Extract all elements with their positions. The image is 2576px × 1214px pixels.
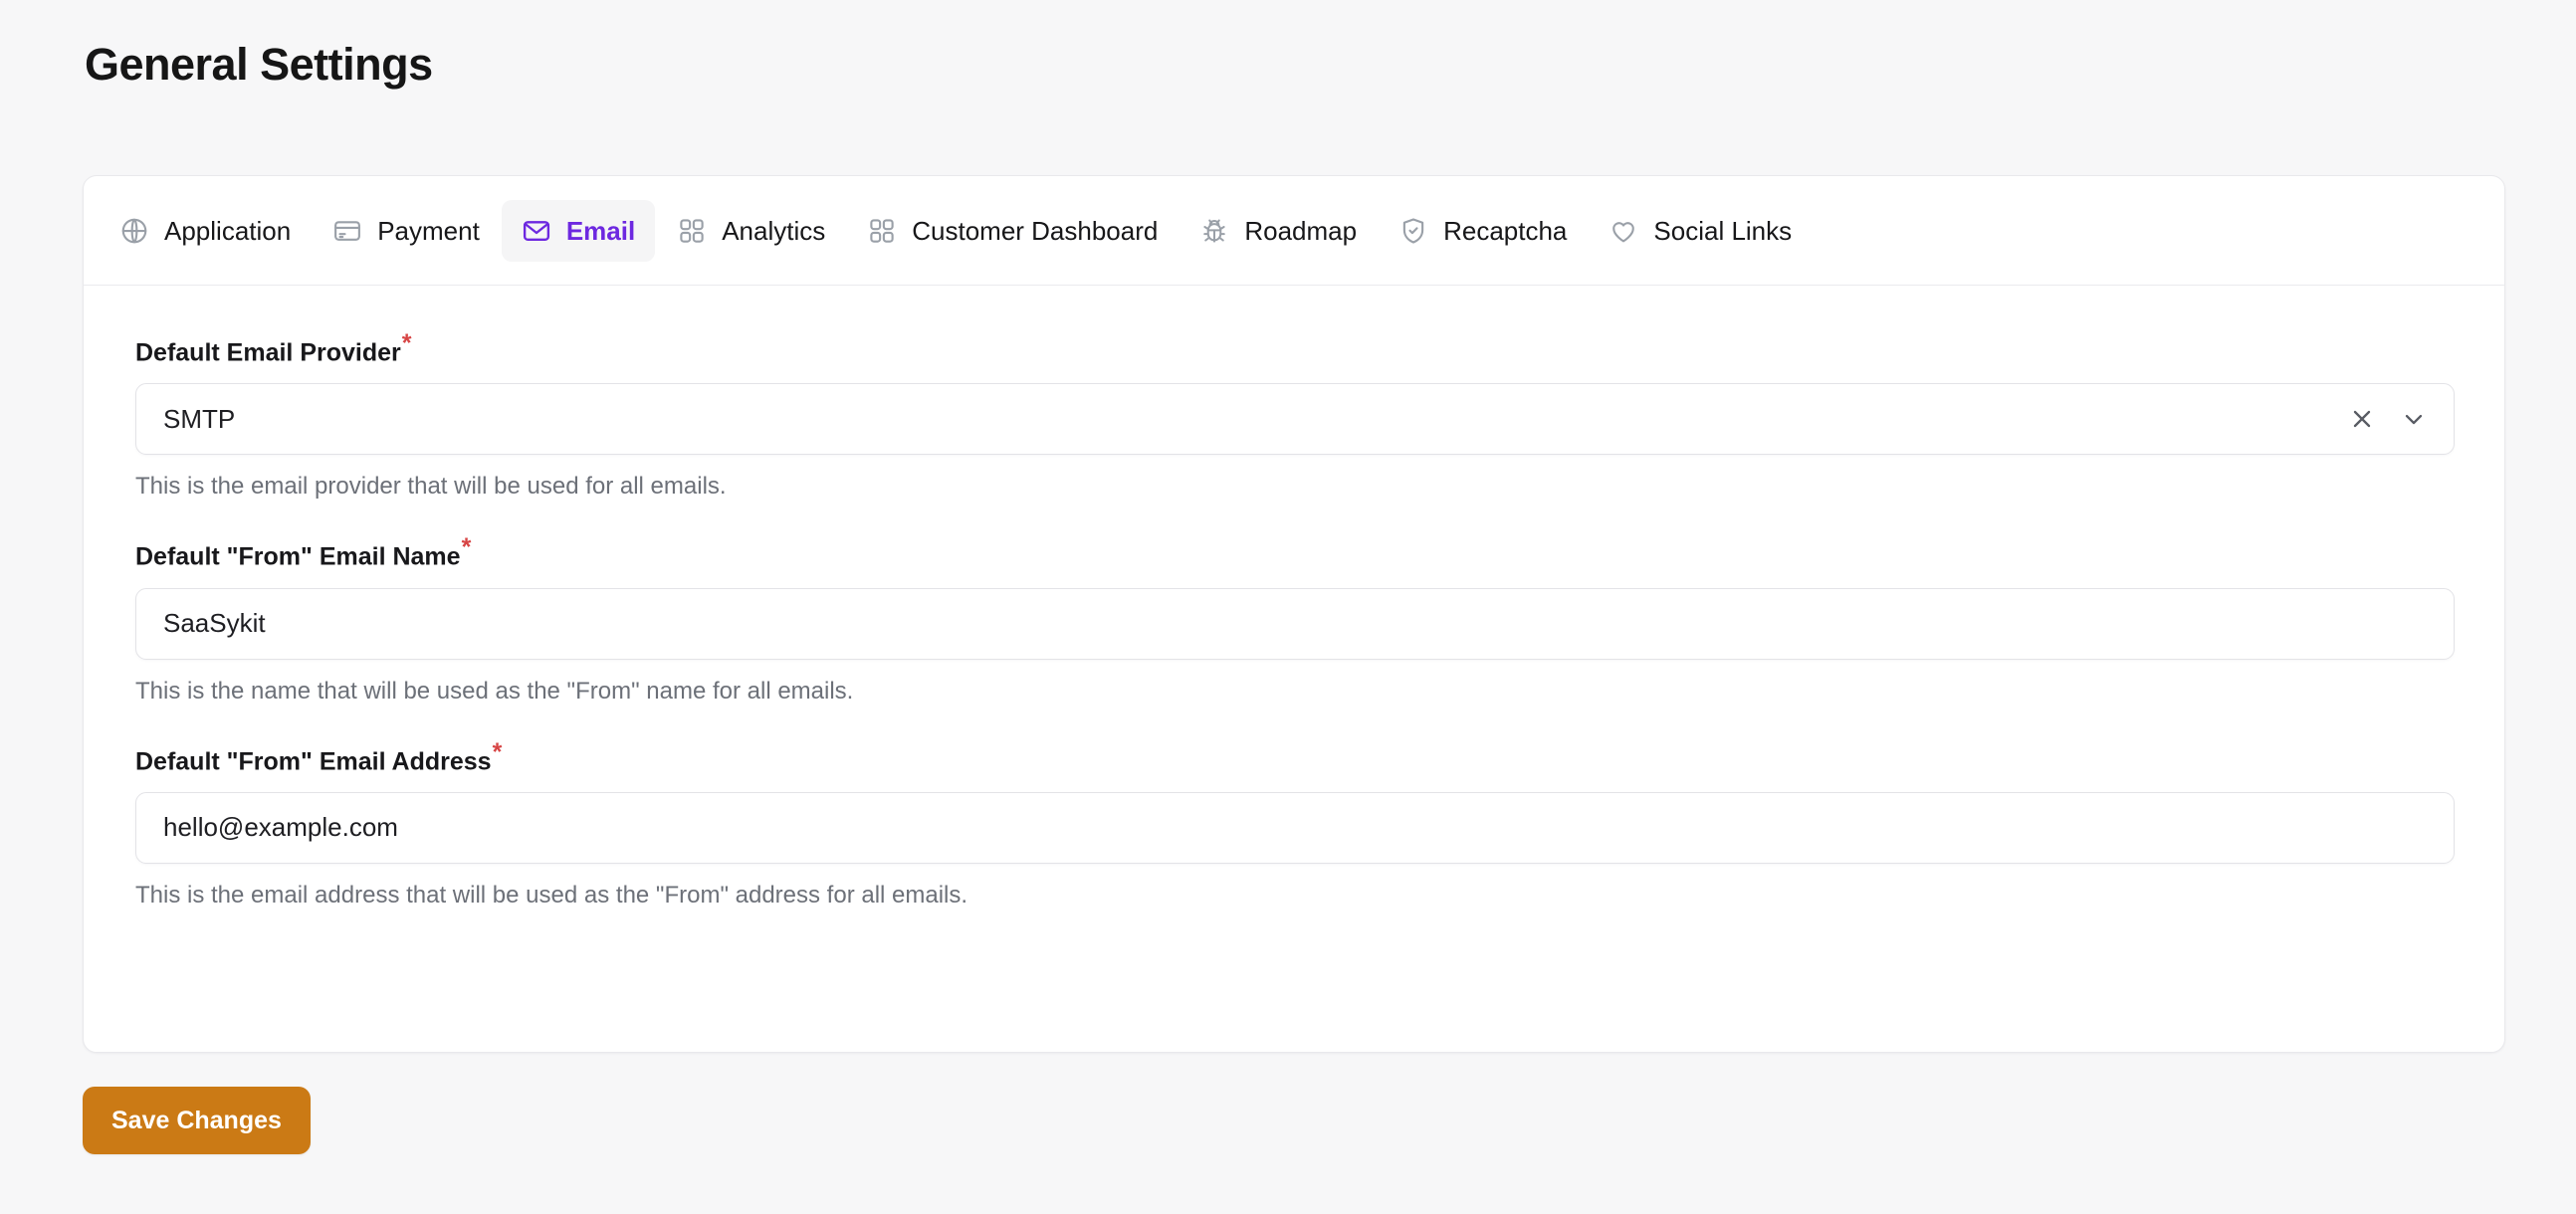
field-label-text: Default Email Provider [135, 338, 401, 367]
tab-social-links[interactable]: Social Links [1589, 200, 1812, 262]
tab-label: Analytics [722, 215, 826, 246]
tab-recaptcha[interactable]: Recaptcha [1379, 200, 1587, 262]
default-email-provider-select[interactable] [135, 383, 2455, 456]
tab-label: Roadmap [1244, 215, 1358, 246]
field-default-email-provider: Default Email Provider* SMTP This is the… [135, 331, 2455, 502]
default-from-email-address-input[interactable] [136, 792, 2454, 863]
default-from-email-name-control[interactable] [135, 587, 2455, 660]
field-label-text: Default "From" Email Name [135, 542, 461, 571]
tab-label: Application [164, 215, 292, 246]
default-email-provider-value[interactable] [136, 384, 2348, 455]
shield-check-icon [1398, 216, 1428, 246]
squares-2x2-icon [677, 216, 707, 246]
bug-icon [1199, 216, 1229, 246]
credit-card-icon [332, 216, 362, 246]
field-default-from-email-address: Default "From" Email Address* This is th… [135, 737, 2455, 910]
required-marker: * [492, 737, 503, 766]
settings-tab-bar: Application Payment Email Analytics Cust… [84, 176, 2504, 286]
field-label: Default "From" Email Name* [135, 535, 471, 571]
field-default-from-email-name: Default "From" Email Name* This is the n… [135, 535, 2455, 706]
field-label-text: Default "From" Email Address [135, 746, 492, 775]
x-icon[interactable] [2348, 405, 2376, 433]
save-changes-button[interactable]: Save Changes [83, 1087, 311, 1154]
tab-customer-dashboard[interactable]: Customer Dashboard [847, 200, 1178, 262]
required-marker: * [401, 329, 412, 357]
tab-email[interactable]: Email [501, 199, 656, 262]
tab-label: Recaptcha [1443, 215, 1568, 246]
page-title: General Settings [85, 39, 433, 90]
tab-payment[interactable]: Payment [313, 200, 500, 262]
heart-icon [1609, 216, 1638, 246]
default-from-email-name-input[interactable] [136, 588, 2454, 659]
field-help-text: This is the email provider that will be … [135, 473, 727, 501]
settings-card: Application Payment Email Analytics Cust… [83, 175, 2505, 1053]
tab-analytics[interactable]: Analytics [657, 200, 845, 262]
field-help-text: This is the name that will be used as th… [135, 677, 854, 705]
field-help-text: This is the email address that will be u… [135, 881, 968, 909]
squares-2x2-icon [867, 216, 897, 246]
tab-label: Customer Dashboard [912, 215, 1159, 246]
tab-label: Social Links [1653, 215, 1793, 246]
required-marker: * [461, 533, 472, 562]
globe-icon [119, 216, 149, 246]
field-label: Default "From" Email Address* [135, 737, 503, 776]
default-from-email-address-control[interactable] [135, 791, 2455, 864]
chevron-down-icon[interactable] [2400, 405, 2428, 433]
tab-label: Payment [377, 215, 480, 246]
settings-page: General Settings Application Payment Ema… [0, 0, 2576, 1214]
email-settings-form: Default Email Provider* SMTP This is the… [84, 286, 2504, 910]
tab-application[interactable]: Application [100, 200, 311, 262]
envelope-icon [522, 216, 551, 246]
field-label: Default Email Provider* [135, 331, 411, 367]
tab-roadmap[interactable]: Roadmap [1180, 200, 1377, 262]
select-actions [2348, 405, 2454, 433]
tab-label: Email [565, 215, 636, 246]
